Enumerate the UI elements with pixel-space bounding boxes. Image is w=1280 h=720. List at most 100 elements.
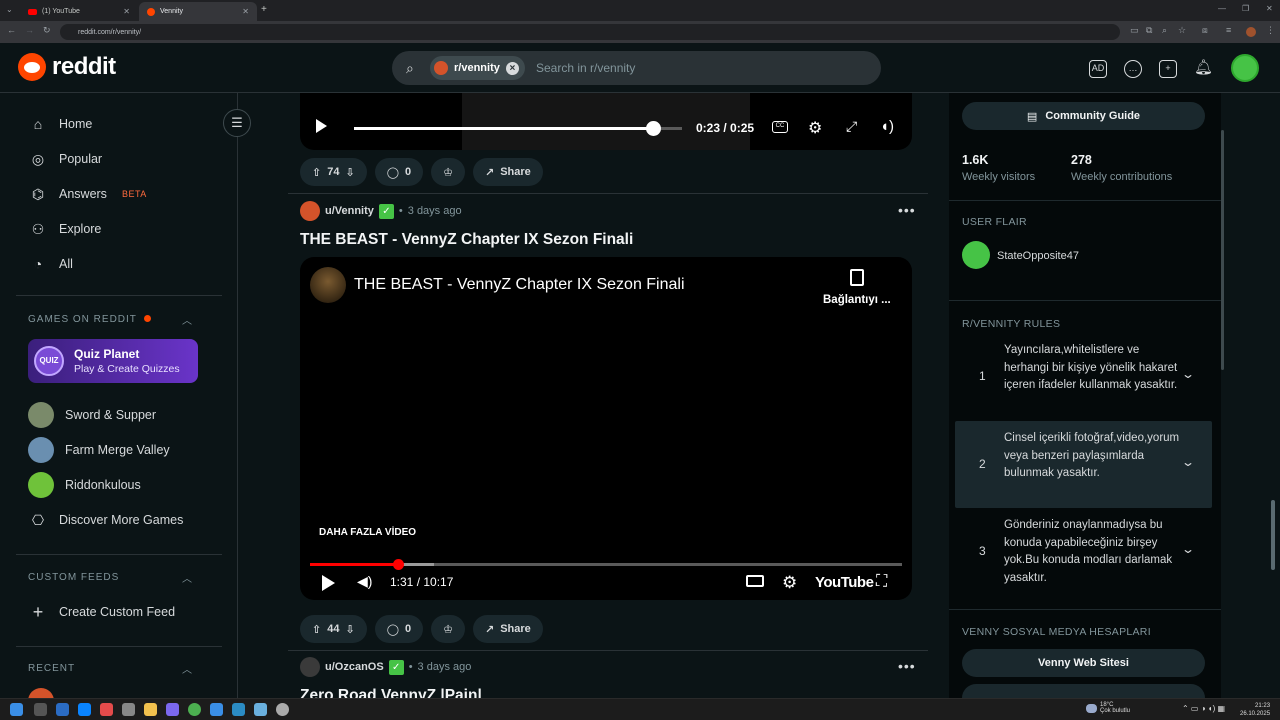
venny-website-link[interactable]: Venny Web Sitesi (962, 649, 1205, 677)
taskbar-app-icon[interactable] (254, 703, 267, 716)
browser-menu-icon[interactable]: ⋮ (1266, 25, 1275, 36)
discover-games[interactable]: ⎔ Discover More Games (28, 505, 183, 535)
collapse-custom-feeds-icon[interactable]: ︿ (182, 570, 192, 585)
embed-title[interactable]: THE BEAST - VennyZ Chapter IX Sezon Fina… (354, 276, 685, 294)
play-icon[interactable] (316, 119, 327, 133)
tab-youtube[interactable]: (1) YouTube ✕ (20, 2, 138, 21)
tab-list-icon[interactable]: ⌄ (6, 5, 13, 14)
share-button[interactable]: ↗ Share (473, 158, 543, 186)
game-farm-merge[interactable]: Farm Merge Valley (28, 435, 170, 465)
comments-button[interactable]: ◯ 0 (374, 615, 424, 643)
reading-list-icon[interactable]: ≡ (1226, 25, 1231, 35)
close-tab-icon[interactable]: ✕ (123, 7, 130, 16)
task-view-icon[interactable] (34, 703, 47, 716)
collapse-sidebar-button[interactable]: ☰ (223, 109, 251, 137)
downvote-icon[interactable]: ⇩ (345, 623, 354, 636)
weather-widget[interactable]: 18°C Çok bulutlu (1100, 702, 1130, 714)
flair-avatar[interactable] (962, 241, 990, 269)
reload-icon[interactable]: ↻ (43, 25, 51, 36)
search-input[interactable]: Search in r/vennity (536, 61, 635, 75)
award-button[interactable]: ♔ (431, 615, 465, 643)
maximize-icon[interactable]: ❐ (1242, 4, 1249, 13)
reddit-video-player[interactable]: 0:23 / 0:25 CC ⚙ ⤢ ◖) (300, 93, 912, 150)
nav-home[interactable]: ⌂ Home (28, 109, 93, 139)
extensions-icon[interactable]: ⧈ (1202, 25, 1208, 36)
zoom-icon[interactable]: ⌕ (1162, 25, 1167, 36)
embed-subtitles-icon[interactable] (746, 575, 764, 587)
embed-scrubber[interactable] (393, 559, 405, 570)
copy-link-label[interactable]: Bağlantıyı ... (823, 294, 891, 306)
community-guide-button[interactable]: ▤ Community Guide (962, 102, 1205, 130)
sidebar-scrollbar[interactable] (1221, 130, 1224, 370)
more-videos-label[interactable]: DAHA FAZLA VİDEO (319, 527, 416, 538)
post-title[interactable]: THE BEAST - VennyZ Chapter IX Sezon Fina… (300, 231, 633, 249)
nav-popular[interactable]: ◎ Popular (28, 144, 102, 174)
embed-fullscreen-icon[interactable]: ⛶ (876, 573, 887, 591)
copy-link-icon[interactable] (850, 269, 864, 286)
chrome-icon[interactable] (188, 703, 201, 716)
nav-all[interactable]: ◔ All (28, 249, 73, 279)
create-post-icon[interactable]: + (1159, 60, 1177, 78)
flair-username[interactable]: StateOpposite47 (997, 250, 1079, 262)
volume-icon[interactable]: ◖) (880, 118, 894, 135)
post-options-icon[interactable]: ••• (898, 658, 916, 674)
back-icon[interactable]: ← (7, 25, 16, 35)
close-window-icon[interactable]: ✕ (1266, 4, 1273, 13)
tray-icons[interactable]: ⌃ ▭ ◑ ◖) ▦ (1182, 704, 1225, 713)
subreddit-search-chip[interactable]: r/vennity × (430, 56, 525, 80)
reddit-logo[interactable]: reddit (18, 53, 116, 81)
translate-icon[interactable]: ⧉ (1146, 25, 1152, 36)
game-riddonkulous[interactable]: Riddonkulous (28, 470, 141, 500)
file-explorer-icon[interactable] (144, 703, 157, 716)
profile-icon[interactable] (1246, 27, 1256, 37)
post-author[interactable]: u/OzcanOS (325, 661, 384, 673)
chat-icon[interactable]: … (1124, 60, 1142, 78)
taskbar-app-icon[interactable] (210, 703, 223, 716)
create-custom-feed[interactable]: + Create Custom Feed (28, 597, 175, 627)
channel-avatar[interactable] (310, 267, 346, 303)
upvote-icon[interactable]: ⇧ (312, 623, 321, 636)
taskbar-app-icon[interactable] (122, 703, 135, 716)
youtube-embed[interactable]: THE BEAST - VennyZ Chapter IX Sezon Fina… (300, 257, 912, 600)
address-bar[interactable]: reddit.com/r/vennity/ (60, 24, 1120, 40)
collapse-games-icon[interactable]: ︿ (182, 312, 192, 327)
award-button[interactable]: ♔ (431, 158, 465, 186)
cast-icon[interactable]: ▭ (1130, 25, 1139, 36)
post-options-icon[interactable]: ••• (898, 202, 916, 218)
taskbar-app-icon[interactable] (78, 703, 91, 716)
rule-item[interactable]: 2 Cinsel içerikli fotoğraf,video,yorum v… (955, 421, 1212, 508)
rule-item[interactable]: 1 Yayıncılara,whitelistlere ve herhangi … (955, 333, 1212, 420)
game-sword-supper[interactable]: Sword & Supper (28, 400, 156, 430)
clear-chip-icon[interactable]: × (505, 61, 519, 75)
user-avatar[interactable] (1231, 54, 1259, 82)
quiz-planet-card[interactable]: QUIZ Quiz Planet Play & Create Quizzes (28, 339, 198, 383)
start-icon[interactable] (10, 703, 23, 716)
user-avatar[interactable] (300, 657, 320, 677)
taskbar-app-icon[interactable] (56, 703, 69, 716)
post-title[interactable]: Zero Road VennyZ |Pain| (300, 687, 482, 698)
bookmark-star-icon[interactable]: ☆ (1178, 25, 1186, 36)
tab-vennity[interactable]: Vennity ✕ (139, 2, 257, 21)
advertise-icon[interactable]: AD (1089, 60, 1107, 78)
upvote-icon[interactable]: ⇧ (312, 166, 321, 179)
taskbar-app-icon[interactable] (166, 703, 179, 716)
rule-item[interactable]: 3 Gönderiniz onaylanmadıysa bu konuda ya… (955, 508, 1212, 595)
settings-icon[interactable] (276, 703, 289, 716)
user-avatar[interactable] (300, 201, 320, 221)
captions-icon[interactable]: CC (772, 121, 788, 133)
settings-gear-icon[interactable]: ⚙ (808, 118, 822, 138)
new-tab-icon[interactable]: + (261, 4, 267, 15)
collapse-recent-icon[interactable]: ︿ (182, 661, 192, 676)
page-scrollbar[interactable] (1268, 50, 1278, 690)
embed-settings-icon[interactable]: ⚙ (782, 573, 797, 593)
nav-explore[interactable]: ⚇ Explore (28, 214, 102, 244)
notifications-icon[interactable]: 🔔︎ (1194, 60, 1213, 78)
taskbar-app-icon[interactable] (100, 703, 113, 716)
fullscreen-icon[interactable]: ⤢ (846, 118, 857, 135)
embed-volume-icon[interactable]: ◀) (357, 573, 372, 590)
post-author[interactable]: u/Vennity (325, 205, 374, 217)
video-scrubber[interactable] (646, 121, 661, 136)
close-tab-icon[interactable]: ✕ (242, 7, 249, 16)
downvote-icon[interactable]: ⇩ (345, 166, 354, 179)
search-bar[interactable]: ⌕ r/vennity × Search in r/vennity (392, 51, 881, 85)
